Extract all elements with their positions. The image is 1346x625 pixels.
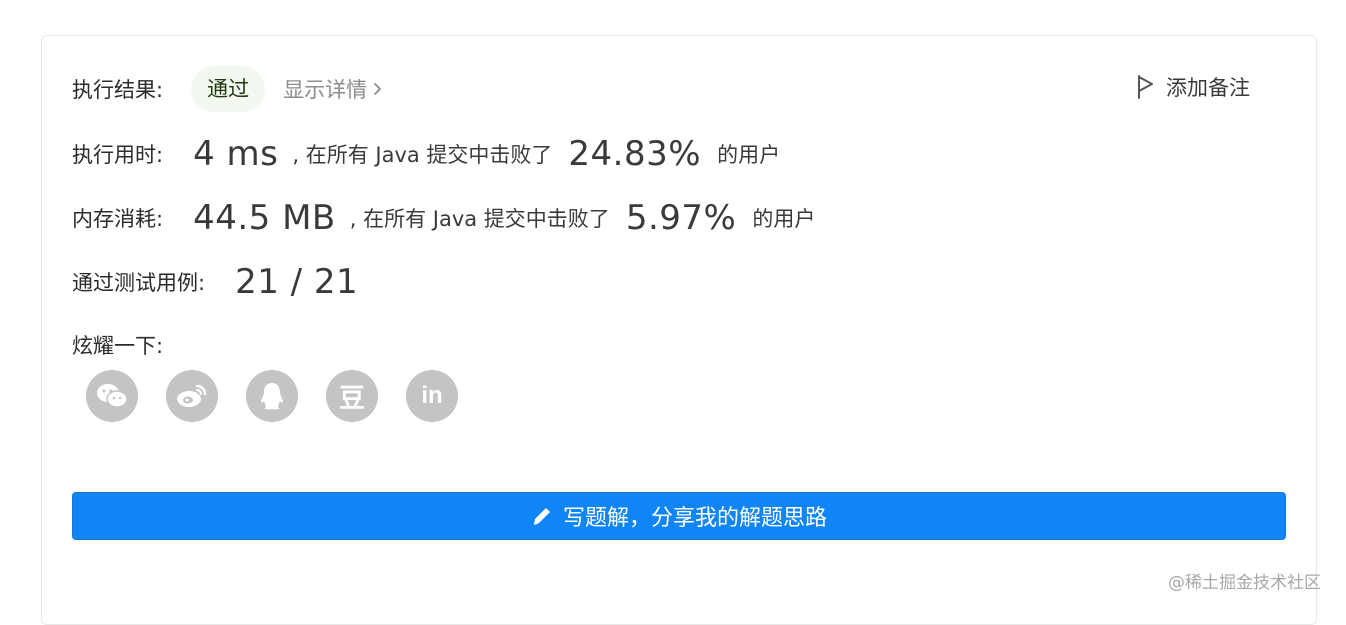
linkedin-glyph: in [421, 382, 443, 409]
memory-label: 内存消耗: [72, 207, 164, 231]
testcases-label: 通过测试用例: [72, 271, 206, 295]
linkedin-icon[interactable]: in [406, 370, 458, 422]
memory-row: 内存消耗: 44.5 MB , 在所有 Java 提交中击败了 5.97% 的用… [72, 198, 815, 238]
memory-beat-text: , 在所有 Java 提交中击败了 [349, 207, 610, 231]
result-label: 执行结果: [72, 78, 164, 102]
runtime-row: 执行用时: 4 ms , 在所有 Java 提交中击败了 24.83% 的用户 [72, 134, 780, 174]
share-icons: 豆 in [86, 370, 458, 422]
testcases-row: 通过测试用例: 21 / 21 [72, 262, 358, 302]
result-row: 执行结果: 通过 显示详情 [72, 66, 383, 112]
qq-icon[interactable] [246, 370, 298, 422]
watermark: @稀土掘金技术社区 [1168, 573, 1321, 593]
show-details-label: 显示详情 [283, 78, 368, 102]
add-note-button[interactable]: 添加备注 [1136, 72, 1250, 102]
runtime-percent: 24.83% [568, 134, 702, 174]
runtime-label: 执行用时: [72, 143, 164, 167]
share-row: 炫耀一下: [72, 330, 163, 360]
douban-icon[interactable]: 豆 [326, 370, 378, 422]
pencil-icon [533, 508, 550, 525]
chevron-right-icon [374, 83, 381, 95]
runtime-value: 4 ms [193, 134, 279, 174]
runtime-suffix: 的用户 [717, 143, 781, 167]
testcases-value: 21 / 21 [235, 262, 359, 302]
wechat-icon[interactable] [86, 370, 138, 422]
runtime-beat-text: , 在所有 Java 提交中击败了 [292, 143, 553, 167]
douban-glyph: 豆 [338, 383, 365, 414]
add-note-label: 添加备注 [1166, 76, 1250, 100]
share-label: 炫耀一下: [72, 334, 164, 358]
flag-icon [1138, 75, 1153, 99]
write-solution-button[interactable]: 写题解，分享我的解题思路 [72, 492, 1286, 540]
status-badge: 通过 [191, 66, 266, 112]
weibo-icon[interactable] [166, 370, 218, 422]
memory-value: 44.5 MB [193, 198, 336, 238]
show-details-link[interactable]: 显示详情 [283, 74, 383, 104]
memory-suffix: 的用户 [752, 207, 816, 231]
write-solution-label: 写题解，分享我的解题思路 [562, 506, 827, 531]
memory-percent: 5.97% [625, 198, 737, 238]
